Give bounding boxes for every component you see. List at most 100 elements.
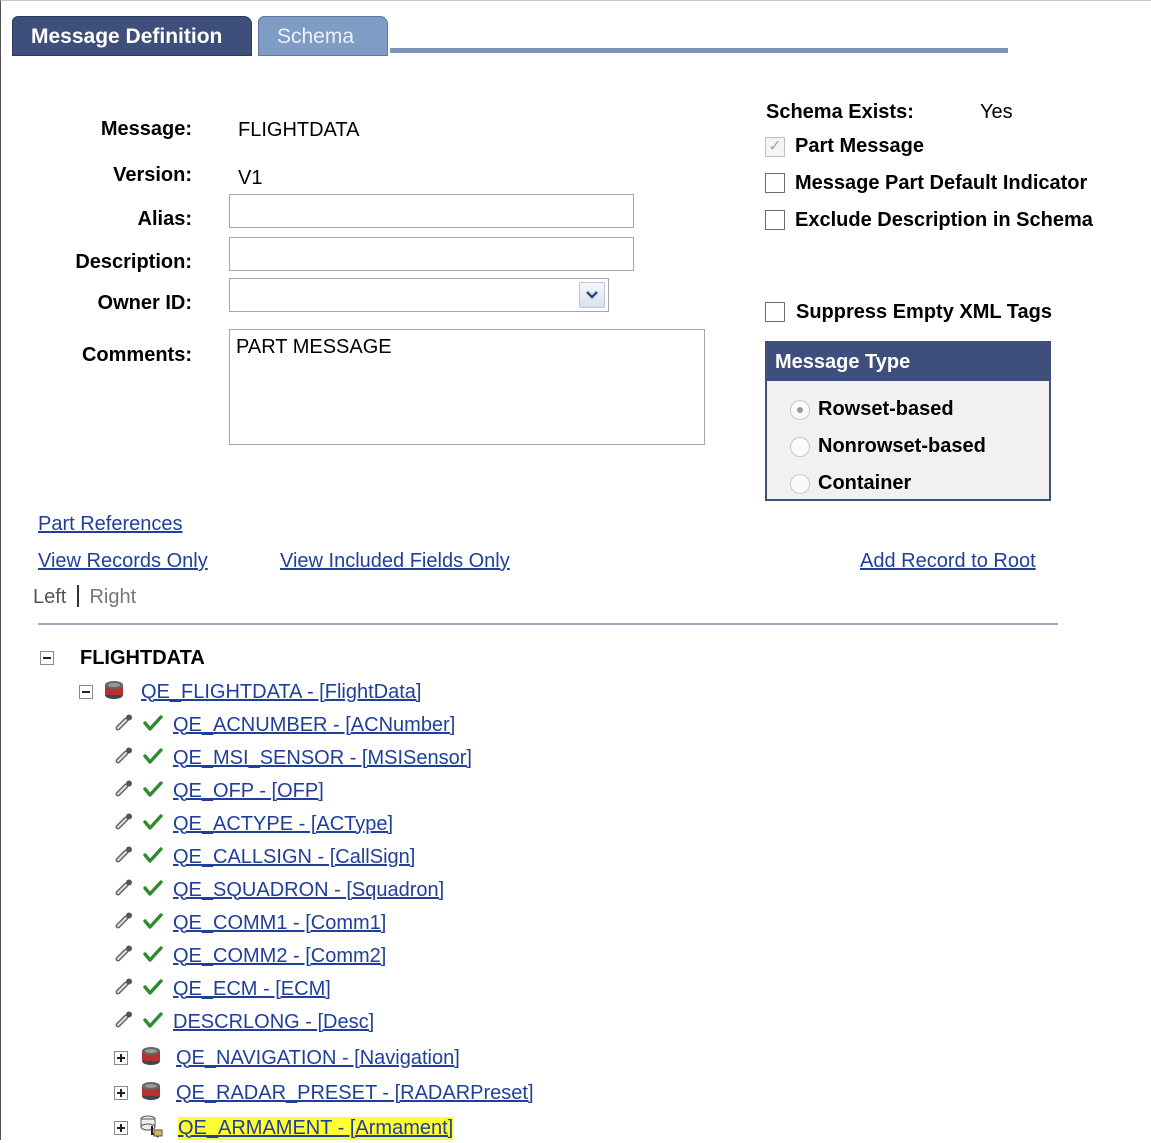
field-key-icon [114,878,134,903]
field-key-icon [114,845,134,870]
database-icon [140,1044,162,1073]
schema-exists-label: Schema Exists: [766,101,914,123]
message-type-group: Message Type Rowset-based Nonrowset-base… [765,341,1051,501]
tree-field-link[interactable]: QE_MSI_SENSOR - [MSISensor] [173,747,472,770]
tree-field-row: QE_MSI_SENSOR - [MSISensor] [114,743,472,773]
rowset-based-label: Rowset-based [818,398,954,420]
left-right-toggle: Left Right [33,585,136,609]
tree-field-row: QE_ACTYPE - [ACType] [114,809,393,839]
field-key-icon [114,977,134,1002]
rowset-based-radio[interactable] [790,400,810,420]
tree-field-link[interactable]: QE_CALLSIGN - [CallSign] [173,846,415,869]
add-record-to-root-link[interactable]: Add Record to Root [860,550,1036,573]
left-option[interactable]: Left [33,586,66,608]
version-label: Version: [113,164,192,186]
section-divider [38,623,1058,625]
owner-id-label: Owner ID: [97,292,192,314]
view-included-fields-only-link[interactable]: View Included Fields Only [280,550,510,573]
tree-field-row: QE_OFP - [OFP] [114,776,324,806]
tree-field-link[interactable]: QE_ECM - [ECM] [173,978,331,1001]
tree-field-link[interactable]: DESCRLONG - [Desc] [173,1011,374,1034]
message-label: Message: [100,118,192,140]
field-key-icon [114,944,134,969]
database-icon [103,678,125,707]
collapse-icon[interactable] [79,685,93,699]
expand-icon[interactable] [114,1121,128,1135]
field-key-icon [114,713,134,738]
message-value: FLIGHTDATA [238,119,360,141]
tree-field-row: QE_SQUADRON - [Squadron] [114,875,444,905]
tree-child-record-row: QE_NAVIGATION - [Navigation] [114,1043,460,1073]
suppress-empty-xml-label: Suppress Empty XML Tags [796,301,1052,323]
tree-field-link[interactable]: QE_SQUADRON - [Squadron] [173,879,444,902]
tree-record-row: QE_FLIGHTDATA - [FlightData] [79,677,421,707]
tree-child-record-link[interactable]: QE_NAVIGATION - [Navigation] [176,1047,460,1070]
part-default-indicator-checkbox[interactable] [765,173,785,193]
collapse-icon[interactable] [40,651,54,665]
tree-field-link[interactable]: QE_OFP - [OFP] [173,780,324,803]
database-icon [140,1079,162,1108]
message-type-title: Message Type [767,343,1049,381]
schema-exists-value: Yes [980,101,1013,123]
tree-child-record-row: QE_ARMAMENT - [Armament] [114,1113,454,1143]
field-key-icon [114,812,134,837]
checkmark-icon[interactable] [143,945,163,968]
comments-textarea[interactable]: PART MESSAGE [229,329,705,445]
tree-field-link[interactable]: QE_ACTYPE - [ACType] [173,813,393,836]
part-default-indicator-label: Message Part Default Indicator [795,172,1088,194]
nonrowset-based-label: Nonrowset-based [818,435,986,457]
expand-icon[interactable] [114,1051,128,1065]
tree-field-row: QE_COMM1 - [Comm1] [114,908,386,938]
tree-record-link[interactable]: QE_FLIGHTDATA - [FlightData] [141,681,421,704]
tree-child-record-link[interactable]: QE_ARMAMENT - [Armament] [178,1116,454,1140]
tree-root-label: FLIGHTDATA [80,646,205,669]
tree-field-row: QE_ACNUMBER - [ACNumber] [114,710,455,740]
comments-label: Comments: [81,344,192,366]
right-option[interactable]: Right [89,586,136,608]
field-key-icon [114,911,134,936]
owner-id-select[interactable] [229,278,609,312]
part-references-link[interactable]: Part References [38,513,183,536]
part-message-checkbox[interactable]: ✓ [765,137,785,157]
part-message-label: Part Message [795,135,924,157]
checkmark-icon[interactable] [143,846,163,869]
field-key-icon [114,779,134,804]
tree-child-record-link[interactable]: QE_RADAR_PRESET - [RADARPreset] [176,1082,534,1105]
tree-field-row: DESCRLONG - [Desc] [114,1007,374,1037]
field-key-icon [114,1010,134,1035]
exclude-description-label: Exclude Description in Schema [795,209,1093,231]
checkmark-icon[interactable] [143,813,163,836]
container-label: Container [818,472,912,494]
tree-field-link[interactable]: QE_COMM2 - [Comm2] [173,945,386,968]
description-field[interactable] [229,237,634,271]
suppress-empty-xml-checkbox[interactable] [765,302,785,322]
checkmark-icon[interactable] [143,1011,163,1034]
chevron-down-icon[interactable] [579,282,605,308]
alias-field[interactable] [229,194,634,228]
linked-record-icon [140,1114,164,1143]
expand-icon[interactable] [114,1086,128,1100]
version-value: V1 [238,167,263,189]
nonrowset-based-radio[interactable] [790,437,810,457]
checkmark-icon[interactable] [143,714,163,737]
view-records-only-link[interactable]: View Records Only [38,550,208,573]
tab-schema[interactable]: Schema [258,16,388,56]
tree-field-link[interactable]: QE_COMM1 - [Comm1] [173,912,386,935]
tree-root-row: FLIGHTDATA [40,643,205,673]
tree-child-record-row: QE_RADAR_PRESET - [RADARPreset] [114,1078,534,1108]
tab-message-definition[interactable]: Message Definition [12,16,252,56]
checkmark-icon[interactable] [143,978,163,1001]
field-key-icon [114,746,134,771]
exclude-description-checkbox[interactable] [765,210,785,230]
checkmark-icon[interactable] [143,879,163,902]
alias-label: Alias: [137,208,192,230]
tree-field-link[interactable]: QE_ACNUMBER - [ACNumber] [173,714,455,737]
checkmark-icon[interactable] [143,747,163,770]
description-label: Description: [75,251,192,273]
tree-field-row: QE_ECM - [ECM] [114,974,331,1004]
tree-field-row: QE_COMM2 - [Comm2] [114,941,386,971]
checkmark-icon[interactable] [143,912,163,935]
divider [76,585,79,607]
container-radio[interactable] [790,474,810,494]
checkmark-icon[interactable] [143,780,163,803]
